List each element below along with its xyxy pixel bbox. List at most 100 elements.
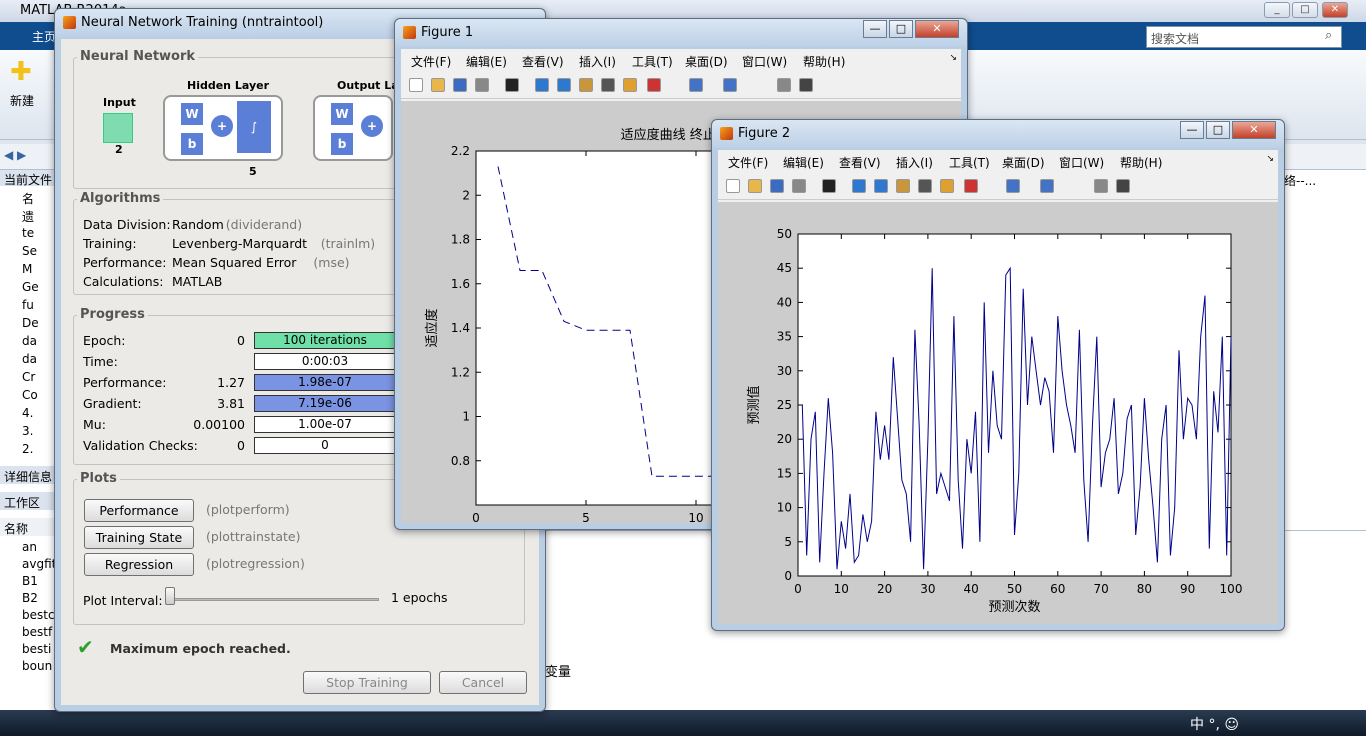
new-label[interactable]: 新建 (10, 92, 34, 109)
legend-icon[interactable] (777, 78, 791, 92)
save-icon[interactable] (453, 78, 467, 92)
close-button[interactable]: ✕ (1232, 121, 1276, 139)
pan-icon[interactable] (896, 179, 910, 193)
file-item[interactable]: 4. (22, 406, 33, 420)
menu-item[interactable]: 工具(T) (632, 53, 673, 70)
menu-item[interactable]: 帮助(H) (1120, 154, 1162, 171)
workspace-item[interactable]: B1 (22, 574, 38, 588)
workspace-item[interactable]: B2 (22, 591, 38, 605)
plot-interval-slider[interactable] (165, 587, 175, 605)
menu-item[interactable]: 编辑(E) (783, 154, 824, 171)
file-item[interactable]: 遗 (22, 208, 34, 225)
current-folder-label: 当前文件 (4, 173, 53, 187)
new-file-icon[interactable] (409, 78, 423, 92)
minimize-button[interactable]: — (863, 20, 887, 38)
workspace-label: 工作区 (4, 496, 41, 510)
workspace-item[interactable]: an (22, 540, 37, 554)
file-item[interactable]: Ge (22, 280, 39, 294)
data-cursor-icon[interactable] (623, 78, 637, 92)
plot-performance-button[interactable]: Performance (84, 499, 194, 522)
print-icon[interactable] (475, 78, 489, 92)
file-item[interactable]: te (22, 226, 34, 240)
menu-item[interactable]: 插入(I) (579, 53, 616, 70)
minimize-button[interactable]: _ (1264, 2, 1290, 18)
rotate-icon[interactable] (918, 179, 932, 193)
file-item[interactable]: De (22, 316, 39, 330)
menu-item[interactable]: 查看(V) (522, 53, 564, 70)
plot-tools-icon[interactable] (799, 78, 813, 92)
tab-home[interactable]: 主页 (32, 28, 56, 45)
open-icon[interactable] (431, 78, 445, 92)
x-axis-label: 预测次数 (988, 599, 1040, 615)
dock-arrow-icon[interactable]: ↘ (1266, 154, 1274, 164)
figure2-window: Figure 2 — □ ✕ 文件(F) 编辑(E) 查看(V) 插入(I) 工具(T)… (711, 119, 1285, 631)
link-icon[interactable] (689, 78, 703, 92)
maximize-button[interactable]: □ (1292, 2, 1318, 18)
rotate-icon[interactable] (601, 78, 615, 92)
stop-training-button[interactable]: Stop Training (303, 671, 431, 694)
minimize-button[interactable]: — (1180, 121, 1204, 139)
back-icon[interactable]: ◀ ▶ (4, 148, 26, 162)
plot-regression-button[interactable]: Regression (84, 553, 194, 576)
file-item[interactable]: Se (22, 244, 37, 258)
menu-item[interactable]: 帮助(H) (803, 53, 845, 70)
file-item[interactable]: Cr (22, 370, 35, 384)
file-item[interactable]: 名 (22, 190, 34, 207)
workspace-item[interactable]: boun (22, 659, 52, 673)
menu-item[interactable]: 桌面(D) (685, 53, 728, 70)
file-item[interactable]: 2. (22, 442, 33, 456)
search-input[interactable]: 搜索文档 ⌕ (1146, 26, 1342, 48)
dock-arrow-icon[interactable]: ↘ (949, 53, 957, 63)
new-file-icon[interactable] (726, 179, 740, 193)
close-button[interactable]: ✕ (1322, 2, 1348, 18)
zoom-out-icon[interactable] (557, 78, 571, 92)
file-item[interactable]: M (22, 262, 32, 276)
pointer-icon[interactable] (505, 78, 519, 92)
pan-icon[interactable] (579, 78, 593, 92)
maximize-button[interactable]: □ (1206, 121, 1230, 139)
menu-item[interactable]: 插入(I) (896, 154, 933, 171)
ime-status-icon[interactable]: 中 °, ☺ (1190, 714, 1239, 734)
link-icon[interactable] (1006, 179, 1020, 193)
colorbar-icon[interactable] (723, 78, 737, 92)
menu-item[interactable]: 工具(T) (949, 154, 990, 171)
file-item[interactable]: da (22, 352, 37, 366)
progress-bar: 100 iterations (254, 332, 396, 349)
file-item[interactable]: Co (22, 388, 38, 402)
zoom-out-icon[interactable] (874, 179, 888, 193)
maximize-button[interactable]: □ (889, 20, 913, 38)
workspace-item[interactable]: avgfit (22, 557, 56, 571)
menu-item[interactable]: 窗口(W) (1059, 154, 1104, 171)
search-icon[interactable]: ⌕ (1325, 28, 1332, 43)
progress-bar-value: 100 iterations (283, 333, 367, 347)
plot-training-state-button[interactable]: Training State (84, 526, 194, 549)
menu-item[interactable]: 查看(V) (839, 154, 881, 171)
menu-item[interactable]: 桌面(D) (1002, 154, 1045, 171)
brush-icon[interactable] (647, 78, 661, 92)
print-icon[interactable] (792, 179, 806, 193)
new-icon[interactable]: ✚ (10, 59, 34, 85)
open-icon[interactable] (748, 179, 762, 193)
file-item[interactable]: da (22, 334, 37, 348)
menu-item[interactable]: 编辑(E) (466, 53, 507, 70)
workspace-item[interactable]: bestc (22, 608, 55, 622)
data-cursor-icon[interactable] (940, 179, 954, 193)
file-item[interactable]: 3. (22, 424, 33, 438)
legend-icon[interactable] (1094, 179, 1108, 193)
plot-tools-icon[interactable] (1116, 179, 1130, 193)
menu-item[interactable]: 文件(F) (728, 154, 768, 171)
menu-item[interactable]: 文件(F) (411, 53, 451, 70)
pointer-icon[interactable] (822, 179, 836, 193)
colorbar-icon[interactable] (1040, 179, 1054, 193)
close-button[interactable]: ✕ (915, 20, 959, 38)
zoom-in-icon[interactable] (535, 78, 549, 92)
x-tick-label: 60 (1050, 582, 1065, 596)
file-item[interactable]: fu (22, 298, 34, 312)
workspace-item[interactable]: bestf (22, 625, 52, 639)
save-icon[interactable] (770, 179, 784, 193)
cancel-button[interactable]: Cancel (439, 671, 527, 694)
workspace-item[interactable]: besti (22, 642, 51, 656)
menu-item[interactable]: 窗口(W) (742, 53, 787, 70)
zoom-in-icon[interactable] (852, 179, 866, 193)
brush-icon[interactable] (964, 179, 978, 193)
